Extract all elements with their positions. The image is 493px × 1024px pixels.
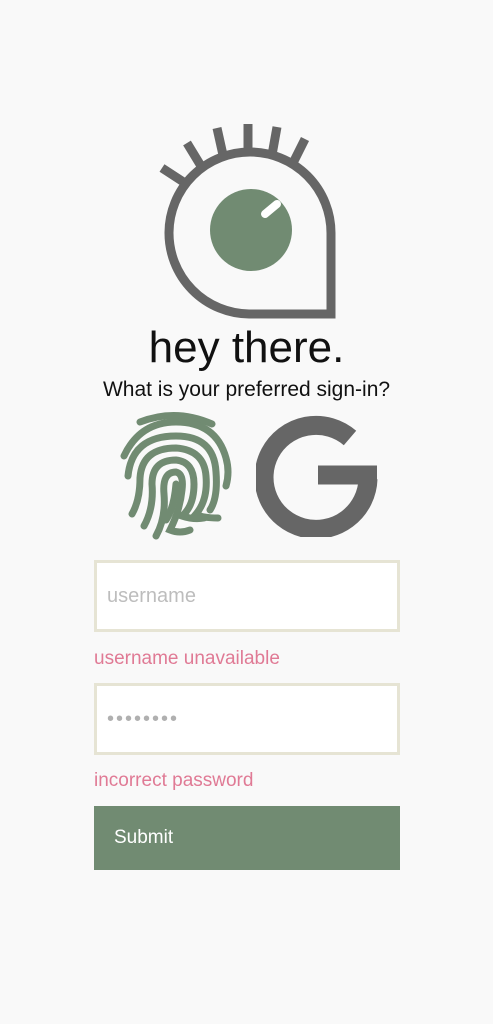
password-error-message: incorrect password: [94, 770, 254, 791]
username-input[interactable]: [94, 560, 400, 632]
eye-logo: [159, 124, 336, 319]
page-subtitle: What is your preferred sign-in?: [102, 378, 391, 401]
fingerprint-signin-button[interactable]: [120, 410, 232, 540]
fingerprint-icon: [120, 411, 232, 540]
page-title: hey there.: [148, 323, 345, 372]
google-g-icon: [254, 415, 378, 539]
username-error-message: username unavailable: [94, 648, 280, 669]
submit-button[interactable]: Submit: [94, 806, 400, 870]
password-input[interactable]: [94, 683, 400, 755]
google-signin-button[interactable]: [254, 413, 378, 539]
